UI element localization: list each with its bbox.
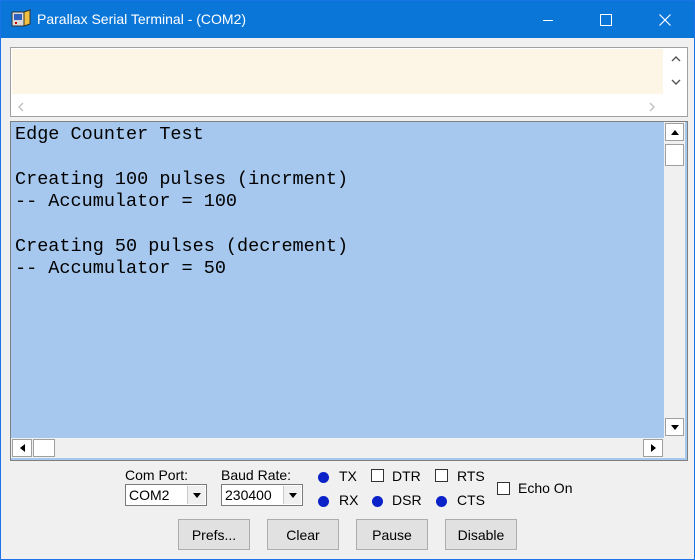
receive-vertical-scrollbar[interactable] — [664, 122, 685, 438]
arrow-left-icon — [19, 444, 25, 452]
scroll-down-button[interactable] — [665, 418, 684, 436]
scrollbar-corner — [664, 438, 685, 458]
receive-output[interactable]: Edge Counter Test Creating 100 pulses (in… — [15, 124, 663, 438]
rts-label: RTS — [457, 468, 485, 484]
dtr-label: DTR — [392, 468, 421, 484]
scroll-down-icon[interactable] — [671, 75, 681, 89]
dsr-led-icon — [372, 496, 383, 507]
echo-on-label: Echo On — [518, 480, 573, 496]
cts-led-icon — [436, 496, 447, 507]
chevron-down-icon[interactable] — [187, 486, 205, 504]
transmit-input[interactable] — [12, 49, 663, 94]
receive-line: Creating 50 pulses (decrement) — [15, 235, 349, 257]
scroll-thumb[interactable] — [665, 144, 684, 166]
dtr-checkbox[interactable] — [371, 469, 384, 482]
com-port-label: Com Port: — [125, 467, 189, 483]
title-bar[interactable]: Parallax Serial Terminal - (COM2) — [1, 1, 694, 38]
receive-line: -- Accumulator = 100 — [15, 191, 238, 213]
tx-led-icon — [318, 472, 329, 483]
transmit-pane — [10, 47, 688, 117]
horizontal-scroll-thumb[interactable] — [33, 439, 55, 457]
scroll-left-button[interactable] — [12, 439, 32, 457]
receive-line: Creating 100 pulses (incrment) — [15, 168, 349, 190]
terminal-window: Parallax Serial Terminal - (COM2) Edge C… — [0, 0, 695, 560]
com-port-select[interactable]: COM2 — [125, 484, 207, 506]
scroll-up-button[interactable] — [665, 123, 684, 141]
rx-label: RX — [339, 492, 359, 508]
prefs-button[interactable]: Prefs... — [178, 519, 250, 550]
scroll-right-button[interactable] — [643, 439, 663, 457]
baud-rate-label: Baud Rate: — [221, 467, 292, 483]
disable-button[interactable]: Disable — [445, 519, 517, 550]
scroll-left-icon[interactable] — [17, 101, 25, 115]
receive-line — [15, 146, 663, 168]
scroll-up-icon[interactable] — [671, 52, 681, 66]
parallax-app-icon — [11, 9, 31, 27]
close-button[interactable] — [636, 1, 694, 38]
dsr-label: DSR — [392, 492, 422, 508]
maximize-button[interactable] — [577, 1, 635, 38]
close-icon — [659, 13, 671, 26]
com-port-value: COM2 — [129, 487, 170, 503]
rts-checkbox[interactable] — [435, 469, 448, 482]
arrow-down-icon — [670, 424, 679, 430]
receive-line: -- Accumulator = 50 — [15, 258, 226, 280]
window-title: Parallax Serial Terminal - (COM2) — [37, 11, 247, 27]
transmit-horizontal-scrollbar[interactable] — [11, 97, 664, 116]
maximize-icon — [600, 13, 612, 26]
echo-on-checkbox[interactable] — [497, 482, 510, 495]
arrow-right-icon — [650, 444, 656, 452]
chevron-down-icon[interactable] — [283, 486, 301, 504]
arrow-up-icon — [670, 129, 679, 135]
baud-rate-select[interactable]: 230400 — [221, 484, 303, 506]
tx-label: TX — [339, 468, 357, 484]
receive-line: Edge Counter Test — [15, 124, 204, 145]
receive-horizontal-scrollbar[interactable] — [11, 438, 664, 458]
minimize-icon — [543, 19, 553, 21]
baud-rate-value: 230400 — [225, 487, 272, 503]
rx-led-icon — [318, 496, 329, 507]
cts-label: CTS — [457, 492, 485, 508]
scroll-right-icon[interactable] — [648, 101, 656, 115]
receive-pane: Edge Counter Test Creating 100 pulses (in… — [10, 121, 688, 461]
clear-button[interactable]: Clear — [267, 519, 339, 550]
receive-line — [15, 214, 663, 236]
minimize-button[interactable] — [519, 1, 577, 38]
pause-button[interactable]: Pause — [356, 519, 428, 550]
transmit-vertical-scrollbar[interactable] — [665, 48, 687, 95]
